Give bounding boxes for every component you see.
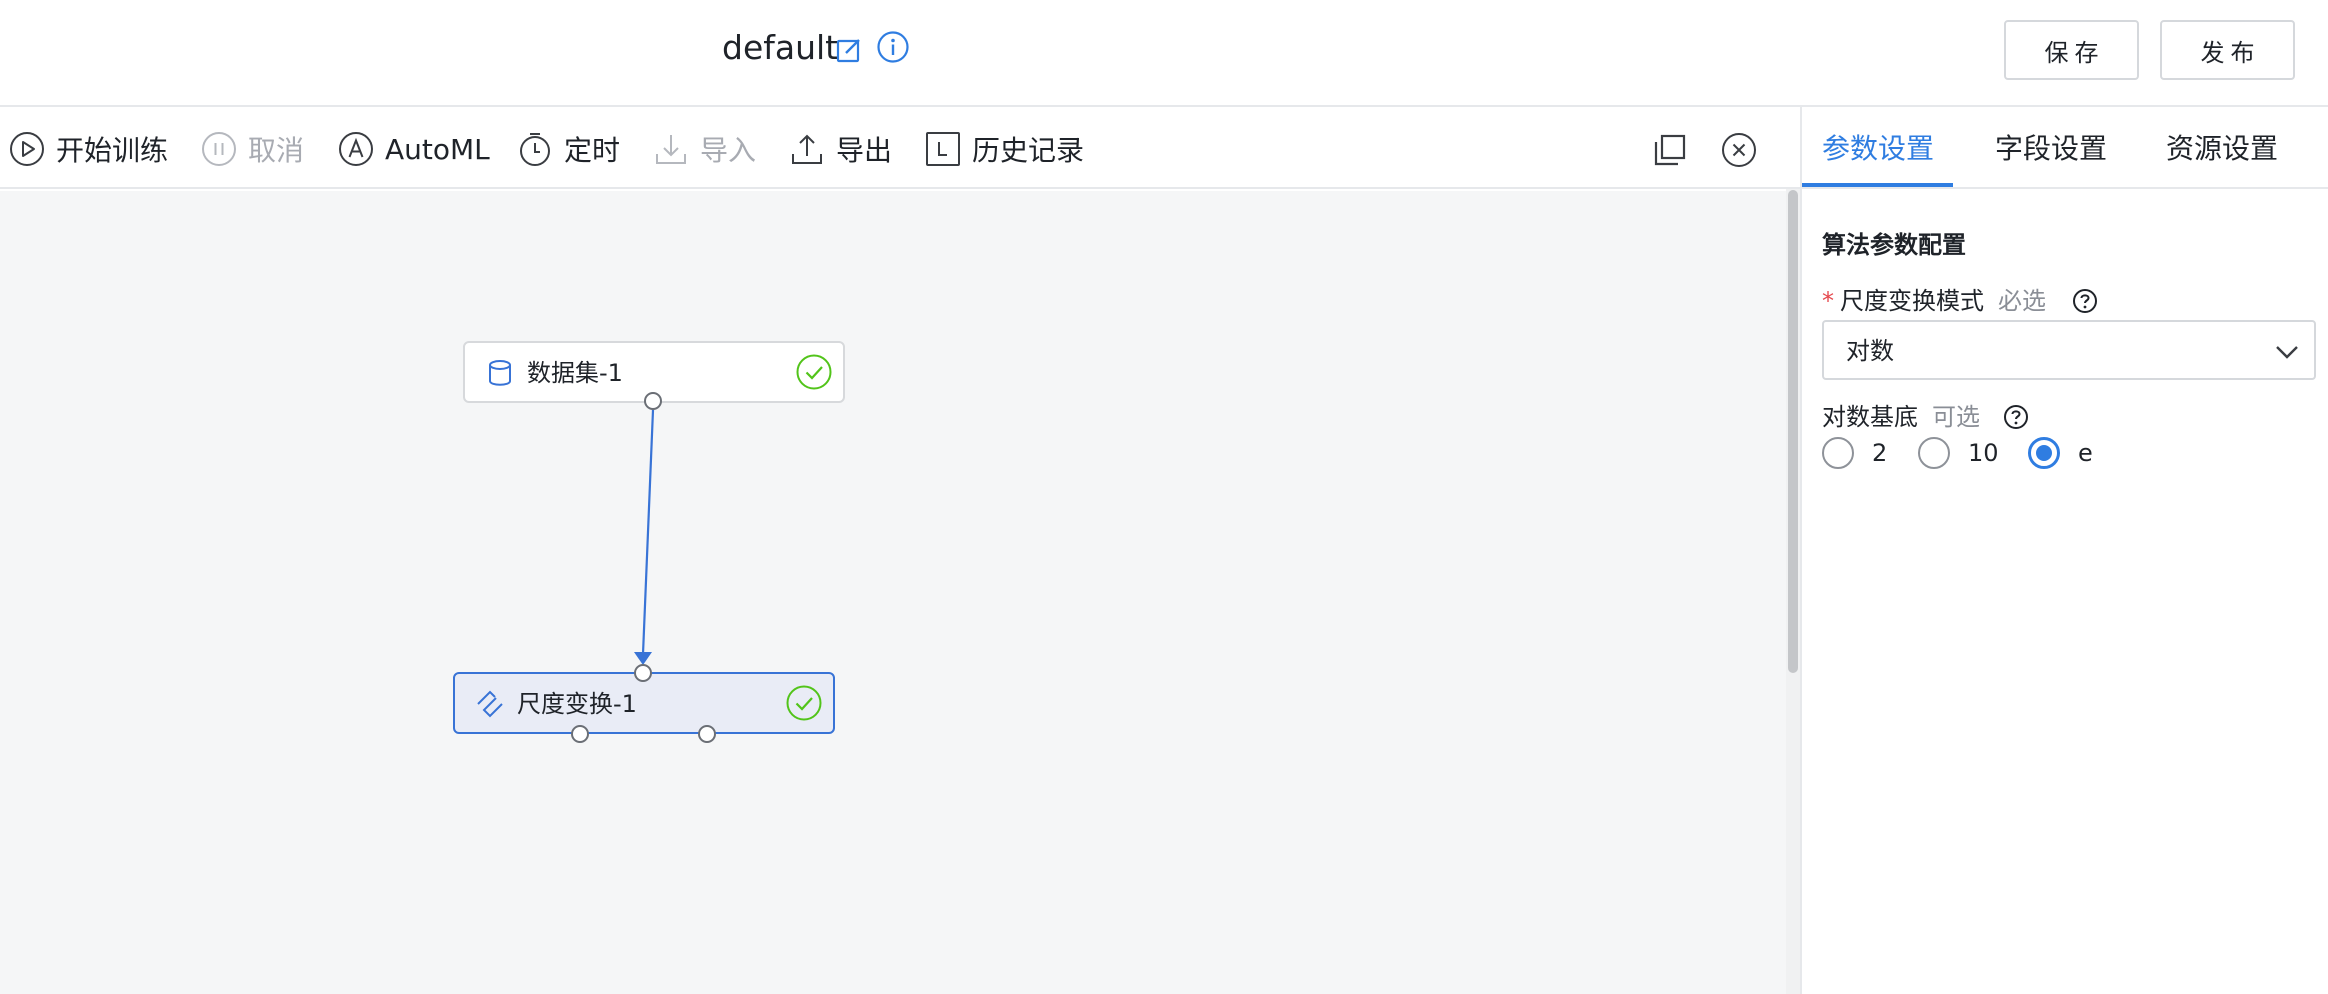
schedule-button[interactable]: 定时 xyxy=(516,129,620,169)
radio-option-2[interactable]: 2 xyxy=(1822,435,1887,471)
optional-tag: 可选 xyxy=(1932,403,1980,431)
radio-option-e[interactable]: e xyxy=(2028,435,2093,471)
scale-mode-value: 对数 xyxy=(1846,337,1894,365)
save-button[interactable]: 保存 xyxy=(2004,20,2139,80)
workflow-canvas[interactable] xyxy=(0,191,1800,994)
history-label: 历史记录 xyxy=(972,134,1085,167)
settings-tabs: 参数设置 字段设置 资源设置 xyxy=(1802,109,2328,189)
cancel-button[interactable]: 取消 xyxy=(200,129,304,169)
radio-circle xyxy=(1822,437,1854,469)
close-icon[interactable] xyxy=(1721,132,1757,168)
required-tag: 必选 xyxy=(1998,287,2046,315)
scale-mode-label: 尺度变换模式 xyxy=(1840,287,1984,315)
radio-label: 10 xyxy=(1968,439,1999,467)
output-port[interactable] xyxy=(644,392,662,410)
radio-label: 2 xyxy=(1872,439,1888,467)
help-icon[interactable] xyxy=(2003,404,2029,430)
automl-button[interactable]: AutoML xyxy=(337,129,490,169)
export-button[interactable]: 导出 xyxy=(788,129,892,169)
success-check-icon xyxy=(786,685,822,721)
play-icon xyxy=(10,132,44,166)
copy-icon[interactable] xyxy=(1652,132,1688,168)
import-button[interactable]: 导入 xyxy=(652,129,756,169)
tab-parameters[interactable]: 参数设置 xyxy=(1822,129,1934,169)
export-icon xyxy=(792,134,822,164)
pause-icon xyxy=(202,132,236,166)
scrollbar-thumb[interactable] xyxy=(1788,190,1798,673)
automl-label: AutoML xyxy=(385,132,490,166)
publish-button[interactable]: 发布 xyxy=(2160,20,2295,80)
start-training-button[interactable]: 开始训练 xyxy=(8,129,168,169)
output-port-right[interactable] xyxy=(698,725,716,743)
log-base-label-group: 对数基底 可选 xyxy=(1822,400,1980,434)
tab-fields[interactable]: 字段设置 xyxy=(1995,129,2107,169)
export-label: 导出 xyxy=(836,134,893,167)
scale-mode-select[interactable]: 对数 xyxy=(1822,320,2316,380)
radio-circle-checked xyxy=(2028,437,2060,469)
success-check-icon xyxy=(796,354,832,390)
top-header xyxy=(0,0,2328,107)
help-icon[interactable] xyxy=(2072,288,2098,314)
node-label: 数据集-1 xyxy=(527,359,623,387)
input-port[interactable] xyxy=(634,664,652,682)
chevron-down-icon xyxy=(2276,346,2298,359)
scale-mode-label-group: * 尺度变换模式 必选 xyxy=(1822,284,2046,318)
import-label: 导入 xyxy=(700,134,757,167)
automl-icon xyxy=(339,132,373,166)
radio-label: e xyxy=(2078,439,2093,467)
active-tab-indicator xyxy=(1802,183,1953,187)
history-icon xyxy=(926,132,960,166)
database-icon xyxy=(489,360,511,386)
schedule-label: 定时 xyxy=(564,134,621,167)
tab-resources[interactable]: 资源设置 xyxy=(2166,129,2278,169)
page-title: default xyxy=(722,28,839,67)
required-mark: * xyxy=(1822,287,1834,315)
start-training-label: 开始训练 xyxy=(56,134,169,167)
section-title: 算法参数配置 xyxy=(1822,231,1966,259)
canvas-toolbar: 开始训练 取消 AutoML 定时 导入 导出 历史记录 xyxy=(0,109,1800,189)
info-icon[interactable] xyxy=(876,30,910,64)
timer-icon xyxy=(520,133,550,166)
edit-icon[interactable] xyxy=(835,36,863,64)
import-icon xyxy=(656,135,686,164)
history-button[interactable]: 历史记录 xyxy=(924,129,1084,169)
cancel-label: 取消 xyxy=(248,134,305,167)
log-base-label: 对数基底 xyxy=(1822,403,1918,431)
output-port-left[interactable] xyxy=(571,725,589,743)
transform-icon xyxy=(477,690,503,718)
radio-circle xyxy=(1918,437,1950,469)
node-label: 尺度变换-1 xyxy=(517,690,637,718)
radio-option-10[interactable]: 10 xyxy=(1918,435,1999,471)
